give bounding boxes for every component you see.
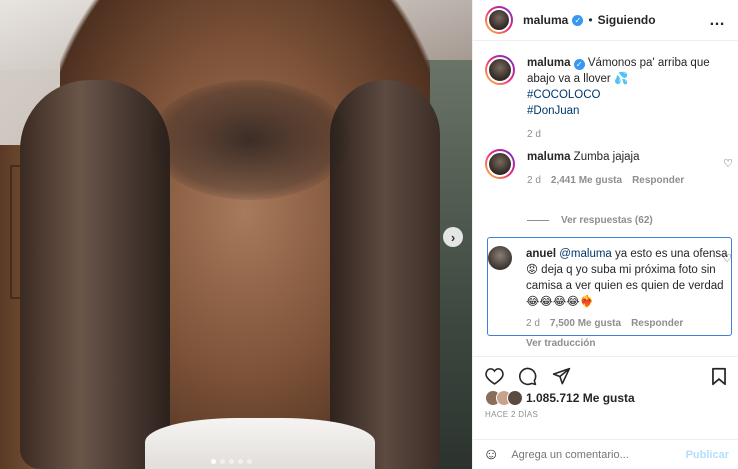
following-button[interactable]: Siguiendo — [598, 13, 656, 27]
avatar — [507, 390, 523, 406]
photo-left-arm — [20, 80, 170, 469]
like-heart-icon[interactable] — [485, 367, 504, 388]
header-username[interactable]: maluma — [523, 13, 568, 27]
comment-text: Zumba jajaja — [573, 151, 640, 163]
next-photo-button[interactable]: › — [443, 227, 463, 247]
carousel-dot — [229, 459, 234, 464]
post-photo[interactable] — [0, 0, 472, 469]
caption: maluma ✓ Vámonos pa' arriba que abajo va… — [485, 55, 733, 143]
reply-likes[interactable]: 7,500 Me gusta — [550, 316, 621, 332]
verified-badge-icon: ✓ — [572, 14, 584, 26]
view-replies-button[interactable]: Ver respuestas (62) — [527, 215, 653, 226]
carousel-dot — [247, 459, 252, 464]
comments-list[interactable]: maluma ✓ Vámonos pa' arriba que abajo va… — [473, 41, 738, 354]
add-comment-bar: ☺ Publicar — [473, 439, 738, 469]
comment-likes[interactable]: 2,441 Me gusta — [551, 173, 622, 189]
reply-text: ya esto es una ofensa 😡 deja q yo suba m… — [526, 248, 728, 308]
reply-button[interactable]: Responder — [631, 316, 683, 332]
mention-link[interactable]: @maluma — [559, 248, 612, 260]
caption-time[interactable]: 2 d — [527, 127, 541, 143]
reply-item: anuel @maluma ya esto es una ofensa 😡 de… — [488, 246, 732, 352]
photo-chest-tattoo — [150, 80, 350, 200]
comment-item: maluma Zumba jajaja 2 d 2,441 Me gusta R… — [485, 149, 733, 189]
likes-row[interactable]: 1.085.712 Me gusta — [485, 390, 635, 406]
hashtag-link[interactable]: #COCOLOCO — [527, 87, 733, 103]
header-separator: • — [588, 13, 593, 27]
chevron-right-icon: › — [450, 229, 456, 245]
comment-icon[interactable] — [518, 367, 537, 389]
avatar[interactable] — [485, 6, 513, 34]
verified-badge-icon: ✓ — [573, 59, 585, 70]
post-timestamp[interactable]: HACE 2 DÍAS — [485, 410, 538, 419]
carousel-dot — [220, 459, 225, 464]
liker-avatars — [485, 390, 523, 406]
avatar[interactable] — [485, 55, 515, 85]
post-header: maluma ✓ • Siguiendo … — [473, 0, 738, 41]
comment-input[interactable] — [511, 448, 677, 461]
bookmark-icon[interactable] — [711, 367, 727, 389]
comment-username[interactable]: maluma — [527, 151, 570, 163]
carousel-dots — [211, 459, 252, 464]
avatar[interactable] — [488, 246, 512, 270]
carousel-dot — [211, 459, 216, 464]
comment-time[interactable]: 2 d — [527, 173, 541, 189]
photo-towel — [145, 418, 375, 469]
share-icon[interactable] — [552, 367, 571, 389]
highlighted-reply: anuel @maluma ya esto es una ofensa 😡 de… — [487, 237, 732, 349]
publish-button[interactable]: Publicar — [686, 449, 729, 461]
reply-username[interactable]: anuel — [526, 248, 556, 260]
reply-time[interactable]: 2 d — [526, 316, 540, 332]
heart-icon[interactable]: ♡ — [722, 252, 732, 265]
translate-link[interactable]: Ver traducción — [526, 336, 728, 352]
caption-username[interactable]: maluma — [527, 57, 570, 69]
carousel-dot — [238, 459, 243, 464]
post-panel: maluma ✓ • Siguiendo … maluma ✓ Vámonos … — [472, 0, 738, 469]
heart-icon[interactable]: ♡ — [723, 157, 733, 170]
likes-count[interactable]: 1.085.712 Me gusta — [526, 391, 635, 405]
more-options-icon[interactable]: … — [709, 12, 726, 30]
hashtag-link[interactable]: #DonJuan — [527, 103, 733, 119]
avatar[interactable] — [485, 149, 515, 179]
emoji-icon[interactable]: ☺ — [483, 446, 499, 464]
reply-button[interactable]: Responder — [632, 173, 684, 189]
